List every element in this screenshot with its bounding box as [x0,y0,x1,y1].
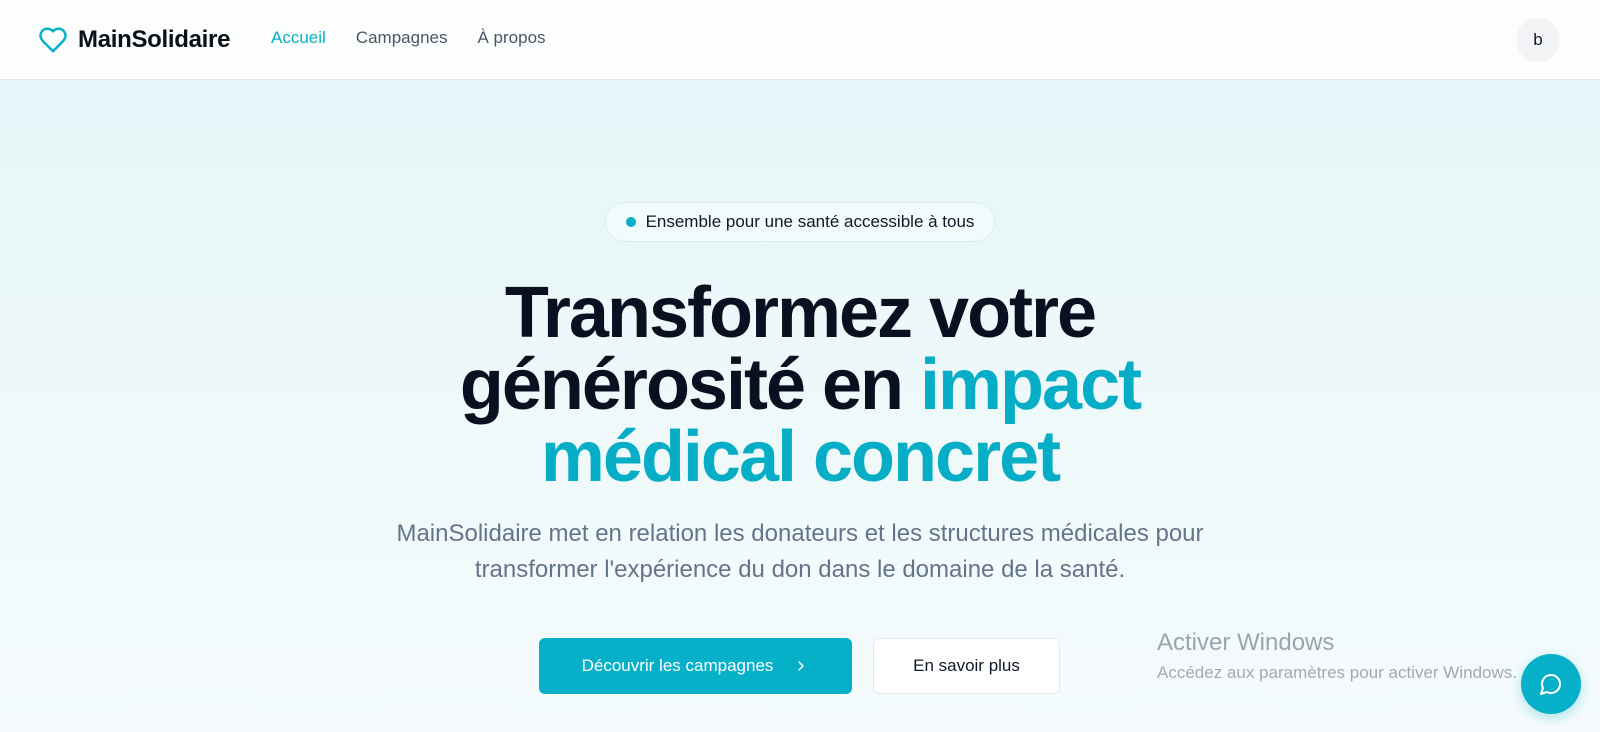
watermark-subtitle: Accédez aux paramètres pour activer Wind… [1157,663,1517,682]
tagline-text: Ensemble pour une santé accessible à tou… [645,212,975,231]
badge-dot-icon [625,217,636,227]
nav-link-campaigns[interactable]: Campagnes [356,28,448,48]
user-avatar-button[interactable]: b [1516,18,1560,62]
heart-icon [39,27,67,53]
brand-logo-link[interactable]: MainSolidaire [38,22,230,58]
headline-line-2-accent: impact [920,345,1142,425]
tagline-badge: Ensemble pour une santé accessible à tou… [605,202,995,242]
watermark-title: Activer Windows [1157,629,1335,656]
chat-bubble-icon [1540,674,1561,695]
headline-line-3-accent: médical concret [540,417,1061,497]
hero-headline: Transformez votre générosité en impact m… [300,277,1300,493]
headline-line-1: Transformez votre [504,273,1097,353]
learn-more-label: En savoir plus [913,656,1020,675]
chat-support-button[interactable] [1521,654,1581,714]
brand-name: MainSolidaire [78,26,231,53]
nav-link-home[interactable]: Accueil [271,28,326,48]
hero-subtitle: MainSolidaire met en relation les donate… [396,520,1204,583]
top-navbar: MainSolidaire Accueil Campagnes À propos… [0,0,1600,80]
main-nav: Accueil Campagnes À propos [271,28,546,48]
headline-line-2-dark: générosité en [459,345,921,425]
discover-campaigns-button[interactable]: Découvrir les campagnes [539,638,852,694]
hero-section: Ensemble pour une santé accessible à tou… [0,80,1600,732]
learn-more-button[interactable]: En savoir plus [873,638,1060,694]
chevron-right-icon [798,661,805,671]
page: MainSolidaire Accueil Campagnes À propos… [0,0,1600,732]
discover-campaigns-label: Découvrir les campagnes [581,656,774,675]
nav-link-about[interactable]: À propos [477,28,545,48]
windows-activation-watermark: Activer Windows Accédez aux paramètres p… [1157,628,1577,686]
